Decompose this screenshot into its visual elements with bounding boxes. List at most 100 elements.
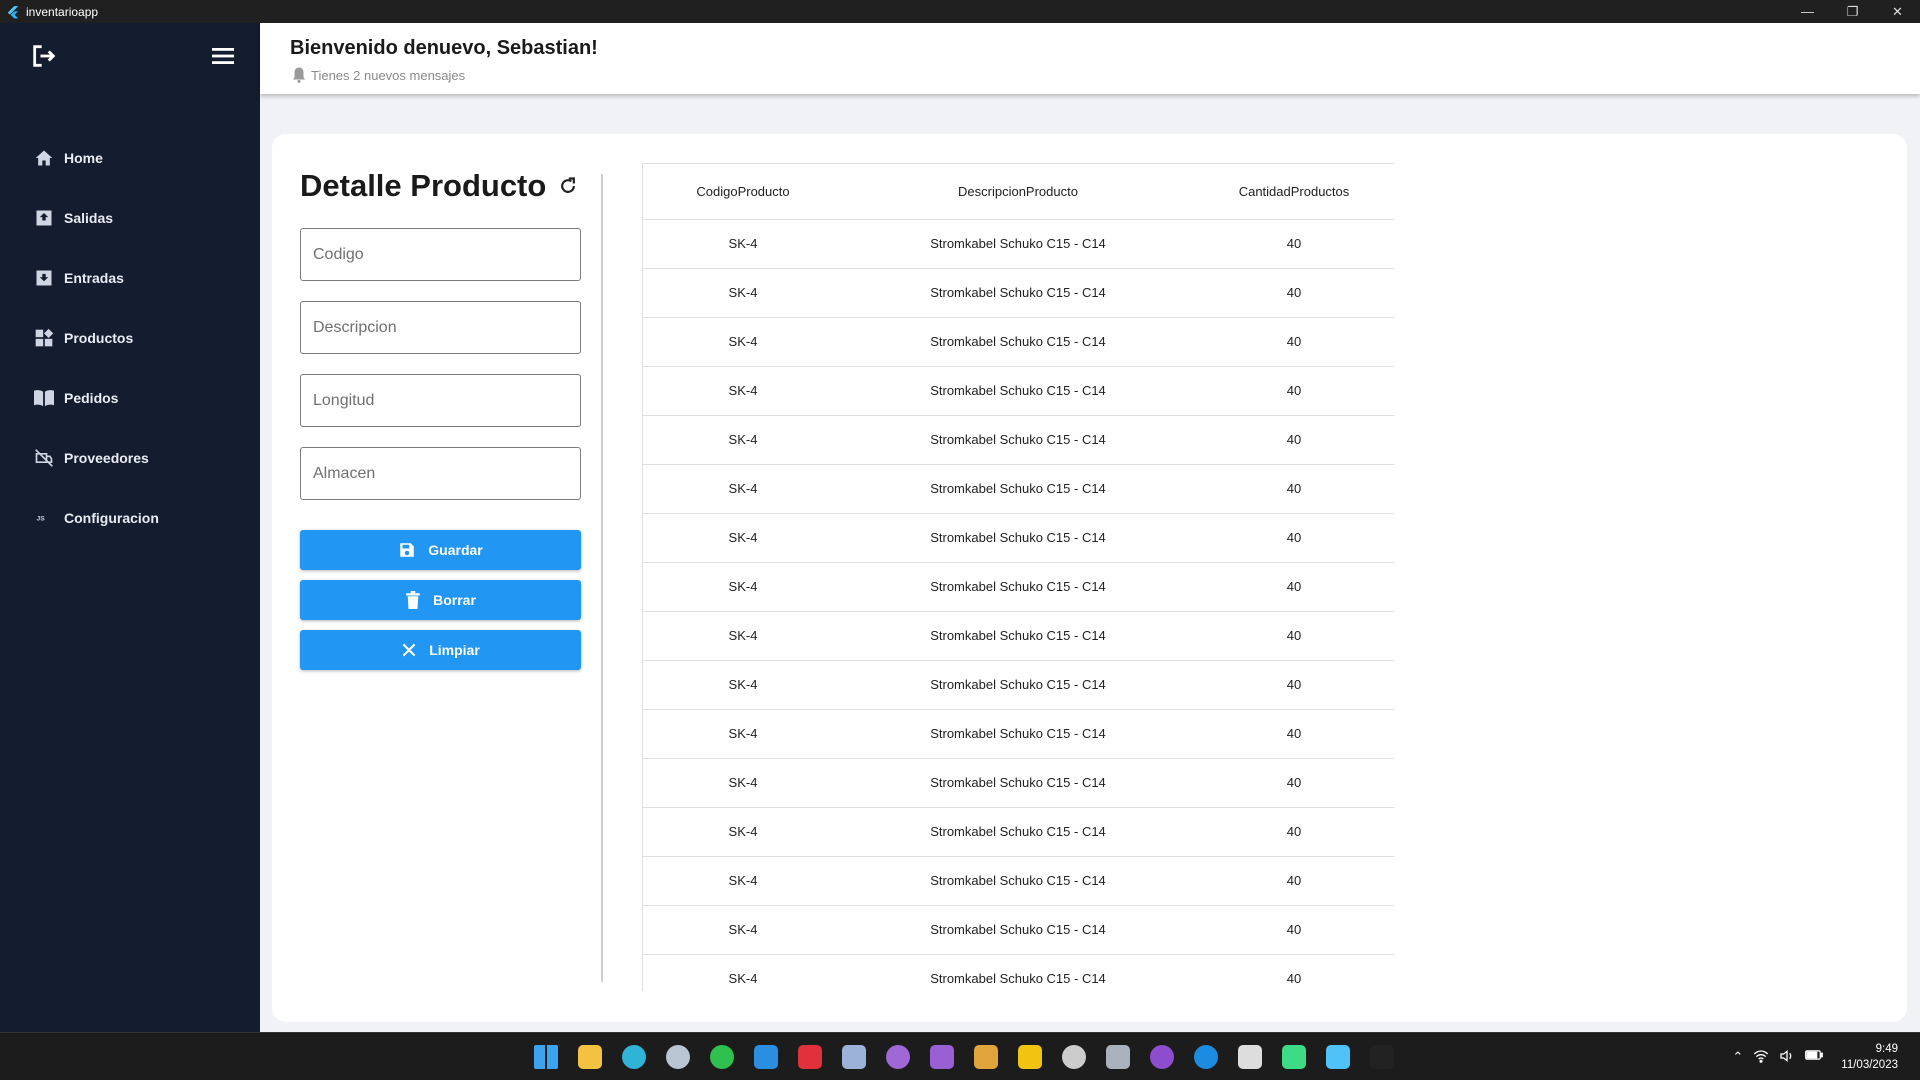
tor-browser-icon[interactable] <box>1140 1037 1184 1077</box>
cell-cantidad: 40 <box>1193 464 1394 514</box>
clock[interactable]: 9:49 11/03/2023 <box>1841 1041 1898 1073</box>
sidebar-item-label: Salidas <box>64 210 114 226</box>
cell-codigo: SK-4 <box>643 856 843 906</box>
cell-codigo: SK-4 <box>643 758 843 808</box>
guardar-label: Guardar <box>428 542 483 558</box>
borrar-button[interactable]: Borrar <box>300 580 581 620</box>
sql-tool-icon[interactable] <box>1008 1037 1052 1077</box>
cell-cantidad: 40 <box>1193 219 1394 269</box>
cell-descripcion: Stromkabel Schuko C15 - C14 <box>843 954 1193 991</box>
almacen-input[interactable] <box>300 447 581 500</box>
svg-text:JS: JS <box>37 516 46 523</box>
whatsapp-icon[interactable] <box>700 1037 744 1077</box>
table-row[interactable]: SK-4 Stromkabel Schuko C15 - C14 40 <box>643 807 1394 857</box>
js-icon: JS <box>33 507 55 529</box>
unity-icon[interactable] <box>1052 1037 1096 1077</box>
database-icon[interactable] <box>1096 1037 1140 1077</box>
cell-codigo: SK-4 <box>643 219 843 269</box>
cell-descripcion: Stromkabel Schuko C15 - C14 <box>843 905 1193 955</box>
cell-cantidad: 40 <box>1193 709 1394 759</box>
table-row[interactable]: SK-4 Stromkabel Schuko C15 - C14 40 <box>643 268 1394 318</box>
chevron-up-icon[interactable]: ⌃ <box>1732 1049 1743 1066</box>
cell-descripcion: Stromkabel Schuko C15 - C14 <box>843 415 1193 465</box>
edge-icon[interactable] <box>612 1037 656 1077</box>
book-icon <box>33 387 55 409</box>
sidebar-item-salidas[interactable]: Salidas <box>0 188 260 248</box>
welcome-title: Bienvenido denuevo, Sebastian! <box>290 37 598 59</box>
table-row[interactable]: SK-4 Stromkabel Schuko C15 - C14 40 <box>643 905 1394 955</box>
table-row[interactable]: SK-4 Stromkabel Schuko C15 - C14 40 <box>643 856 1394 906</box>
codigo-input[interactable] <box>300 228 581 281</box>
table-row[interactable]: SK-4 Stromkabel Schuko C15 - C14 40 <box>643 366 1394 416</box>
column-header-cantidad[interactable]: CantidadProductos <box>1193 164 1394 220</box>
battery-icon[interactable] <box>1805 1049 1824 1066</box>
sidebar-item-entradas[interactable]: Entradas <box>0 248 260 308</box>
cell-descripcion: Stromkabel Schuko C15 - C14 <box>843 611 1193 661</box>
vertical-divider <box>601 174 603 982</box>
flutter-icon <box>7 5 19 18</box>
hamburger-menu-icon[interactable] <box>210 45 236 67</box>
volume-icon[interactable] <box>1779 1049 1795 1066</box>
flutter-icon[interactable] <box>1316 1037 1360 1077</box>
cell-descripcion: Stromkabel Schuko C15 - C14 <box>843 709 1193 759</box>
cell-descripcion: Stromkabel Schuko C15 - C14 <box>843 464 1193 514</box>
sidebar-item-label: Pedidos <box>64 390 119 406</box>
sidebar-item-configuracion[interactable]: JS Configuracion <box>0 488 260 548</box>
table-row[interactable]: SK-4 Stromkabel Schuko C15 - C14 40 <box>643 758 1394 808</box>
limpiar-button[interactable]: Limpiar <box>300 630 581 670</box>
android-studio-icon[interactable] <box>1272 1037 1316 1077</box>
visual-studio-icon[interactable] <box>920 1037 964 1077</box>
column-header-descripcion[interactable]: DescripcionProducto <box>843 164 1193 220</box>
cell-descripcion: Stromkabel Schuko C15 - C14 <box>843 268 1193 318</box>
clock-date: 11/03/2023 <box>1841 1059 1898 1071</box>
cube-icon[interactable] <box>1228 1037 1272 1077</box>
github-desktop-icon[interactable] <box>876 1037 920 1077</box>
guardar-button[interactable]: Guardar <box>300 530 581 570</box>
sidebar-item-home[interactable]: Home <box>0 128 260 188</box>
file-explorer-icon[interactable] <box>568 1037 612 1077</box>
inbox-icon <box>33 267 55 289</box>
logout-icon[interactable] <box>30 42 58 70</box>
longitud-input[interactable] <box>300 374 581 427</box>
limpiar-label: Limpiar <box>429 642 480 658</box>
table-row[interactable]: SK-4 Stromkabel Schuko C15 - C14 40 <box>643 660 1394 710</box>
table-row[interactable]: SK-4 Stromkabel Schuko C15 - C14 40 <box>643 513 1394 563</box>
restore-button[interactable]: ❐ <box>1830 0 1875 23</box>
descripcion-input[interactable] <box>300 301 581 354</box>
wifi-icon[interactable] <box>1753 1049 1769 1066</box>
borrar-label: Borrar <box>433 592 476 608</box>
table-row[interactable]: SK-4 Stromkabel Schuko C15 - C14 40 <box>643 709 1394 759</box>
close-button[interactable]: ✕ <box>1875 0 1920 23</box>
teamviewer-icon[interactable] <box>1184 1037 1228 1077</box>
sidebar-item-label: Home <box>64 150 103 166</box>
table-row[interactable]: SK-4 Stromkabel Schuko C15 - C14 40 <box>643 415 1394 465</box>
sidebar-item-proveedores[interactable]: Proveedores <box>0 428 260 488</box>
refresh-icon[interactable] <box>558 176 578 196</box>
table-row[interactable]: SK-4 Stromkabel Schuko C15 - C14 40 <box>643 317 1394 367</box>
cell-cantidad: 40 <box>1193 954 1394 991</box>
cell-codigo: SK-4 <box>643 562 843 612</box>
table-row[interactable]: SK-4 Stromkabel Schuko C15 - C14 40 <box>643 219 1394 269</box>
anydesk-icon[interactable] <box>788 1037 832 1077</box>
vscode-icon[interactable] <box>744 1037 788 1077</box>
table-row[interactable]: SK-4 Stromkabel Schuko C15 - C14 40 <box>643 611 1394 661</box>
cell-codigo: SK-4 <box>643 513 843 563</box>
products-table-container[interactable]: CodigoProducto DescripcionProducto Canti… <box>642 163 1394 991</box>
brave-icon[interactable] <box>1360 1037 1404 1077</box>
sidebar-item-productos[interactable]: Productos <box>0 308 260 368</box>
window-title: inventarioapp <box>26 4 99 19</box>
table-row[interactable]: SK-4 Stromkabel Schuko C15 - C14 40 <box>643 562 1394 612</box>
bell-icon <box>293 67 305 83</box>
column-header-codigo[interactable]: CodigoProducto <box>643 164 843 220</box>
product-detail-form: Detalle Producto Guardar Borrar Limpiar <box>300 164 585 670</box>
windows-start-icon[interactable] <box>524 1037 568 1077</box>
virtualbox-icon[interactable] <box>832 1037 876 1077</box>
table-row[interactable]: SK-4 Stromkabel Schuko C15 - C14 40 <box>643 464 1394 514</box>
messages-text: Tienes 2 nuevos mensajes <box>311 67 466 83</box>
sidebar-item-pedidos[interactable]: Pedidos <box>0 368 260 428</box>
minimize-button[interactable]: — <box>1785 0 1830 23</box>
steam-icon[interactable] <box>656 1037 700 1077</box>
messages-notice[interactable]: Tienes 2 nuevos mensajes <box>290 66 1920 84</box>
table-row[interactable]: SK-4 Stromkabel Schuko C15 - C14 40 <box>643 954 1394 991</box>
xampp-icon[interactable] <box>964 1037 1008 1077</box>
